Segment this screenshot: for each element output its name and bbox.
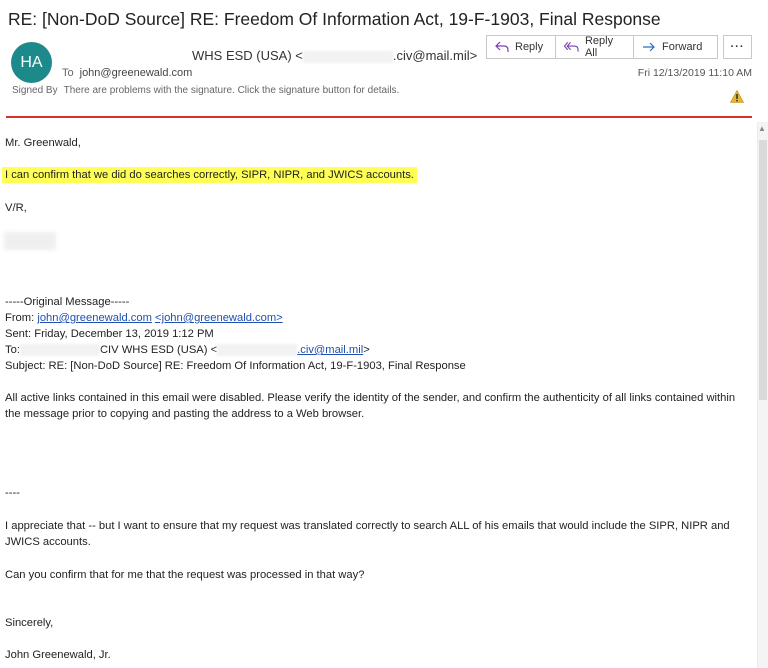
sender-name: WHS ESD (USA) < <box>192 48 303 63</box>
to-email-link[interactable]: .civ@mail.mil <box>297 344 363 356</box>
redacted-text <box>19 344 100 357</box>
more-actions-button[interactable]: ··· <box>723 35 752 59</box>
scroll-up-icon[interactable]: ▲ <box>758 124 766 133</box>
to-name: CIV WHS ESD (USA) < <box>99 344 218 356</box>
forward-button[interactable]: Forward <box>633 35 718 59</box>
redacted-text <box>217 344 298 357</box>
separator-dashes: ---- <box>5 487 20 499</box>
sender-email-suffix: .civ@mail.mil> <box>392 48 478 63</box>
to-close: > <box>363 344 370 356</box>
to-value[interactable]: john@greenewald.com <box>80 67 193 79</box>
message-actions: Reply Reply All Forward ··· <box>486 35 752 59</box>
signed-by-label: Signed By <box>12 85 58 96</box>
original-subject: Subject: RE: [Non-DoD Source] RE: Freedo… <box>5 360 466 372</box>
sender-avatar[interactable]: HA <box>11 42 52 83</box>
forward-icon <box>643 42 655 52</box>
closing: V/R, <box>5 202 27 214</box>
from-email-bracket-link[interactable]: <john@greenewald.com> <box>155 312 283 324</box>
from-email-link[interactable]: john@greenewald.com <box>37 312 152 324</box>
highlight: I can confirm that we did do searches co… <box>2 167 417 183</box>
from-label: From: <box>5 312 38 324</box>
sender-line[interactable]: WHS ESD (USA) < .civ@mail.mil> <box>192 48 477 63</box>
reply-all-button[interactable]: Reply All <box>555 35 634 59</box>
to-label: To <box>62 67 74 79</box>
original-from: From: john@greenewald.com <john@greenewa… <box>5 310 283 326</box>
redacted-text <box>302 50 393 63</box>
paragraph-request: I appreciate that -- but I want to ensur… <box>5 520 730 548</box>
sign-off: Sincerely, <box>5 617 54 629</box>
reply-button[interactable]: Reply <box>486 35 556 59</box>
reply-all-label: Reply All <box>584 35 614 59</box>
reply-label: Reply <box>515 41 544 53</box>
disclaimer: All active links contained in this email… <box>5 392 736 420</box>
signature-name: John Greenewald, Jr. <box>5 649 111 661</box>
email-subject: RE: [Non-DoD Source] RE: Freedom Of Info… <box>8 9 661 29</box>
divider-line <box>6 116 752 118</box>
original-sent: Sent: Friday, December 13, 2019 1:12 PM <box>5 328 214 340</box>
scrollbar-thumb[interactable] <box>759 140 767 400</box>
received-date: Fri 12/13/2019 11:10 AM <box>637 67 752 79</box>
reply-icon <box>495 41 509 52</box>
signature-status[interactable]: Signed By There are problems with the sig… <box>12 85 399 96</box>
highlighted-text: I can confirm that we did do searches co… <box>2 167 417 183</box>
greeting: Mr. Greenwald, <box>5 137 81 149</box>
reply-all-icon <box>564 41 579 52</box>
warning-icon[interactable] <box>730 90 744 103</box>
avatar-initials: HA <box>20 53 43 71</box>
original-to: To: CIV WHS ESD (USA) < .civ@mail.mil> <box>5 342 370 358</box>
recipient-line: To john@greenewald.com <box>62 67 192 79</box>
original-message-header: -----Original Message----- <box>5 296 130 308</box>
redacted-signature <box>4 232 56 250</box>
paragraph-confirm: Can you confirm that for me that the req… <box>5 569 365 581</box>
forward-label: Forward <box>662 41 703 53</box>
more-icon: ··· <box>730 41 745 53</box>
signed-by-message: There are problems with the signature. C… <box>63 85 400 96</box>
to-label: To: <box>5 344 20 356</box>
